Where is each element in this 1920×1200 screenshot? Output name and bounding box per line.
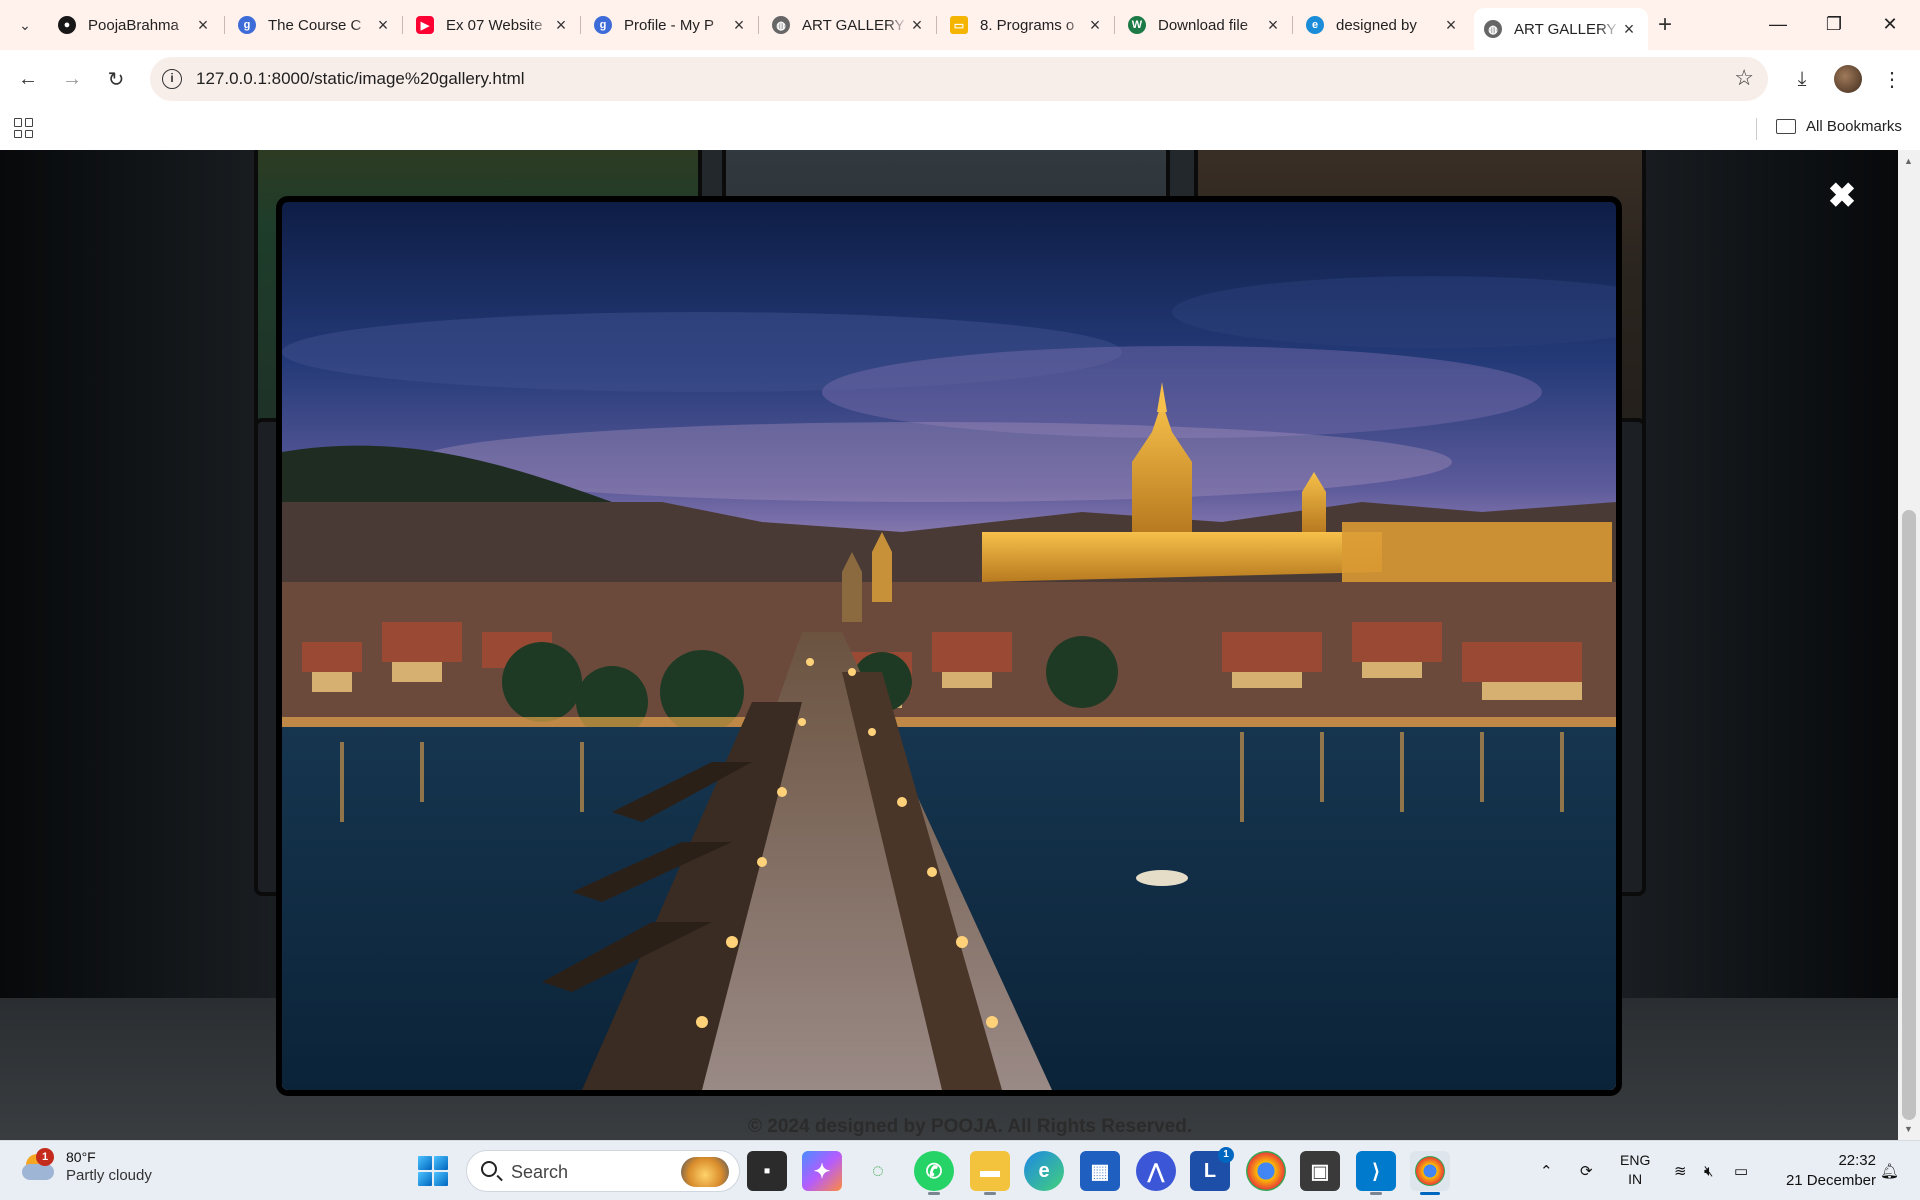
download-icon[interactable]: ⤓ xyxy=(1786,63,1818,95)
globe-icon: ◍ xyxy=(772,16,790,34)
search-icon xyxy=(481,1161,497,1177)
profile-avatar[interactable] xyxy=(1834,65,1862,93)
close-tab-icon[interactable]: × xyxy=(908,15,926,36)
close-window-button[interactable]: ✕ xyxy=(1862,4,1918,44)
affinity-icon[interactable]: ⋀ xyxy=(1136,1151,1176,1191)
volume-muted-icon[interactable]: 🔇︎ xyxy=(1704,1141,1713,1200)
weather-widget[interactable]: 1 80°F Partly cloudy xyxy=(22,1147,152,1184)
edge-icon[interactable]: e xyxy=(1024,1151,1064,1191)
taskbar: 1 80°F Partly cloudy Search ▪ ✦ ◌ ✆ ▬ e … xyxy=(0,1140,1920,1200)
forward-button[interactable]: → xyxy=(56,63,88,95)
reload-button[interactable]: ↻ xyxy=(100,63,132,95)
weather-condition: Partly cloudy xyxy=(66,1167,152,1184)
restore-button[interactable]: ❐ xyxy=(1806,4,1862,44)
file-manager-icon[interactable]: ▪ xyxy=(747,1151,787,1191)
edge-icon: e xyxy=(1306,16,1324,34)
tab-7[interactable]: W Download file × xyxy=(1118,8,1292,42)
tab-2[interactable]: g The Course C × xyxy=(228,8,402,42)
folder-icon[interactable]: ▬ xyxy=(970,1151,1010,1195)
new-tab-button[interactable]: + xyxy=(1650,10,1680,40)
scroll-down-icon[interactable]: ▼ xyxy=(1904,1124,1913,1134)
chrome-active-icon[interactable] xyxy=(1410,1151,1450,1195)
tab-6[interactable]: ▭ 8. Programs o × xyxy=(940,8,1114,42)
tab-3[interactable]: ▶ Ex 07 Website × xyxy=(406,8,580,42)
scroll-up-icon[interactable]: ▲ xyxy=(1904,156,1913,166)
folder-icon xyxy=(1776,119,1796,134)
globe-icon: g xyxy=(594,16,612,34)
bookmarks-bar: All Bookmarks xyxy=(0,108,1920,150)
menu-icon[interactable]: ⋮ xyxy=(1876,63,1908,95)
terminal-icon[interactable]: ▣ xyxy=(1300,1151,1340,1191)
github-icon: ● xyxy=(58,16,76,34)
youtube-icon: ▶ xyxy=(416,16,434,34)
wifi-icon[interactable]: ≋ xyxy=(1674,1141,1687,1200)
refresh-app-icon[interactable]: ◌ xyxy=(858,1151,898,1191)
tab-search-button[interactable]: ⌄ xyxy=(8,10,42,40)
tab-9-active[interactable]: ◍ ART GALLERY × xyxy=(1474,8,1648,50)
vscode-icon[interactable]: ⟩ xyxy=(1356,1151,1396,1195)
apps-grid-icon[interactable] xyxy=(14,118,34,138)
back-button[interactable]: ← xyxy=(12,63,44,95)
tab-strip: ⌄ ● PoojaBrahma × g The Course C × ▶ Ex … xyxy=(0,0,1920,50)
minimize-button[interactable]: — xyxy=(1750,4,1806,44)
close-tab-icon[interactable]: × xyxy=(374,15,392,36)
globe-icon: ◍ xyxy=(1484,20,1502,38)
partly-cloudy-icon: 1 xyxy=(22,1147,56,1184)
url-text[interactable]: 127.0.0.1:8000/static/image%20gallery.ht… xyxy=(196,69,525,89)
close-tab-icon[interactable]: × xyxy=(1086,15,1104,36)
site-info-icon[interactable]: i xyxy=(162,69,182,89)
tab-1[interactable]: ● PoojaBrahma × xyxy=(48,8,222,42)
lightbox-modal xyxy=(276,196,1622,1096)
page-viewport: © 2024 designed by POOJA. All Rights Res… xyxy=(0,150,1898,1140)
chevron-down-icon: ⌄ xyxy=(19,16,31,33)
bookmark-star-icon[interactable]: ☆ xyxy=(1734,65,1754,91)
tab-4[interactable]: g Profile - My P × xyxy=(584,8,758,42)
tab-5[interactable]: ◍ ART GALLERY × xyxy=(762,8,936,42)
language-indicator[interactable]: ENG IN xyxy=(1620,1151,1650,1189)
copilot-icon[interactable]: ✦ xyxy=(802,1151,842,1191)
globe-icon: g xyxy=(238,16,256,34)
close-tab-icon[interactable]: × xyxy=(194,15,212,36)
search-highlight-image xyxy=(681,1157,729,1187)
w-icon: W xyxy=(1128,16,1146,34)
tray-overflow-icon[interactable]: ⌃ xyxy=(1540,1141,1553,1200)
close-lightbox-button[interactable]: ✖ xyxy=(1826,179,1858,213)
start-button[interactable] xyxy=(418,1156,448,1186)
clock[interactable]: 22:32 21 December xyxy=(1772,1151,1876,1191)
scrollbar-thumb[interactable] xyxy=(1902,510,1916,1120)
notification-bell-icon[interactable]: 🔔︎ xyxy=(1880,1141,1899,1200)
close-tab-icon[interactable]: × xyxy=(552,15,570,36)
lightbox-image xyxy=(282,202,1616,1090)
browser-toolbar: ← → ↻ i 127.0.0.1:8000/static/image%20ga… xyxy=(0,50,1920,108)
whatsapp-icon[interactable]: ✆ xyxy=(914,1151,954,1195)
close-tab-icon[interactable]: × xyxy=(1264,15,1282,36)
slides-icon: ▭ xyxy=(950,16,968,34)
address-bar[interactable]: i 127.0.0.1:8000/static/image%20gallery.… xyxy=(150,57,1768,101)
tab-8[interactable]: e designed by × xyxy=(1296,8,1470,42)
weather-temp: 80°F xyxy=(66,1149,96,1165)
all-bookmarks-button[interactable]: All Bookmarks xyxy=(1776,118,1902,135)
taskbar-search[interactable]: Search xyxy=(466,1150,740,1192)
close-tab-icon[interactable]: × xyxy=(1442,15,1460,36)
lens-icon[interactable]: L1 xyxy=(1190,1147,1234,1191)
footer-copyright: © 2024 designed by POOJA. All Rights Res… xyxy=(748,1116,1193,1137)
chrome-icon[interactable] xyxy=(1246,1151,1286,1191)
page-scrollbar[interactable]: ▲ ▼ xyxy=(1898,150,1920,1140)
store-icon[interactable]: ▦ xyxy=(1080,1151,1120,1191)
close-tab-icon[interactable]: × xyxy=(1620,19,1638,40)
prague-night-photo xyxy=(282,202,1616,1090)
weather-badge: 1 xyxy=(36,1147,54,1166)
battery-icon[interactable]: ▭ xyxy=(1734,1141,1748,1200)
close-tab-icon[interactable]: × xyxy=(730,15,748,36)
sync-icon[interactable]: ⟳ xyxy=(1580,1141,1593,1200)
